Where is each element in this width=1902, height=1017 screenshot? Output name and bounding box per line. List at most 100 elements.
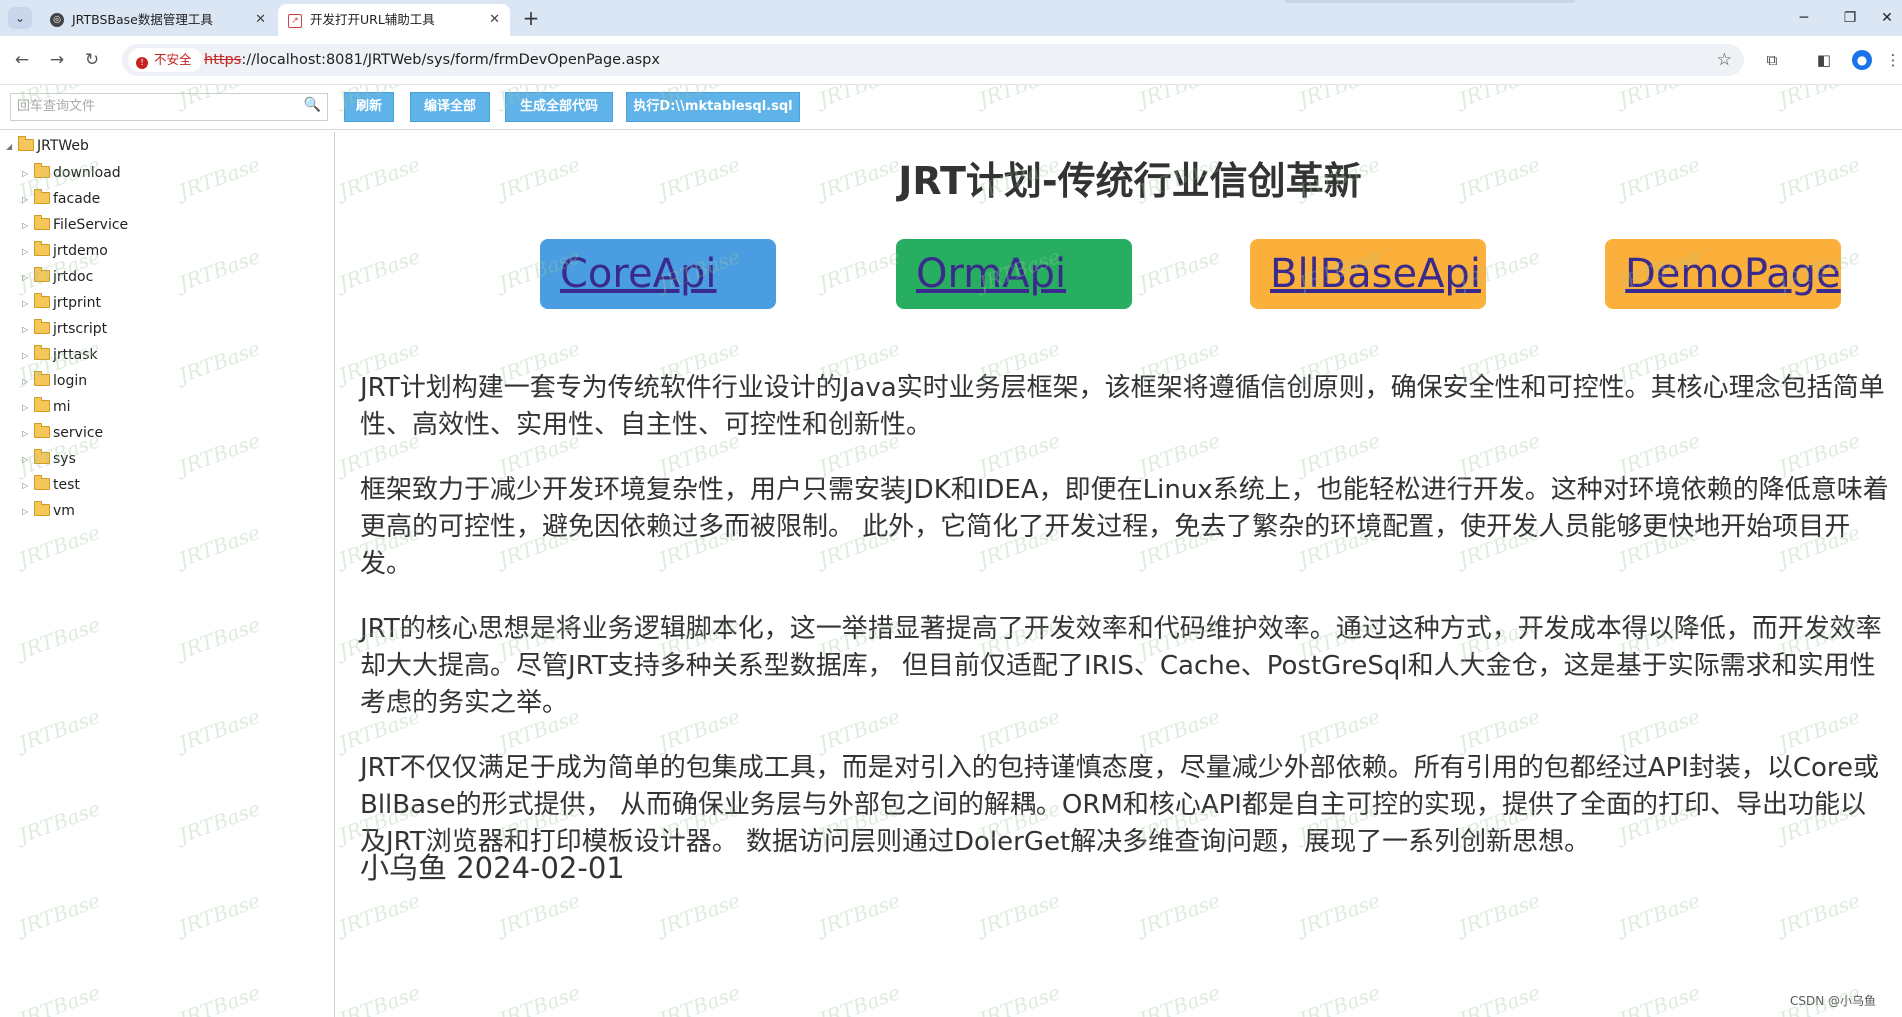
- collapsed-triangle-icon[interactable]: ▷: [22, 372, 32, 392]
- collapsed-triangle-icon[interactable]: ▷: [22, 268, 32, 288]
- tree-item-vm[interactable]: ▷ vm: [22, 501, 75, 522]
- file-tree-panel: ◢ JRTWeb ▷ download ▷ facade ▷ FileService ▷ jrt…: [0, 132, 335, 1017]
- compile-all-button[interactable]: 编译全部: [410, 92, 490, 122]
- tree-item-service[interactable]: ▷ service: [22, 423, 103, 444]
- folder-icon: [34, 423, 50, 438]
- tree-item-facade[interactable]: ▷ facade: [22, 189, 100, 210]
- tree-item-test[interactable]: ▷ test: [22, 475, 80, 496]
- tree-item-download[interactable]: ▷ download: [22, 163, 121, 184]
- generate-all-code-button[interactable]: 生成全部代码: [505, 92, 613, 122]
- minimize-button[interactable]: ─: [1784, 0, 1824, 36]
- folder-icon: [34, 267, 50, 282]
- tree-item-sys[interactable]: ▷ sys: [22, 449, 76, 470]
- refresh-button[interactable]: 刷新: [344, 92, 394, 122]
- tree-item-label: jrtscript: [53, 321, 108, 337]
- tree-item-label: facade: [53, 191, 101, 207]
- side-panel-icon[interactable]: ◧: [1812, 48, 1836, 72]
- browser-tab-bar: ⌄ ◎ JRTBSBase数据管理工具 ✕ ↗ 开发打开URL辅助工具 ✕ + …: [0, 0, 1902, 36]
- folder-icon: [34, 345, 50, 360]
- collapsed-triangle-icon[interactable]: ▷: [22, 294, 32, 314]
- address-bar[interactable]: ! 不安全 https://localhost:8081/JRTWeb/sys/f…: [122, 44, 1744, 76]
- bookmark-star-icon[interactable]: ☆: [1717, 44, 1732, 76]
- bllbaseapi-link[interactable]: BllBaseApi: [1250, 239, 1486, 309]
- url-text[interactable]: https://localhost:8081/JRTWeb/sys/form/f…: [204, 44, 660, 76]
- tree-item-jrttask[interactable]: ▷ jrttask: [22, 345, 98, 366]
- folder-icon: [34, 163, 50, 178]
- collapsed-triangle-icon[interactable]: ▷: [22, 424, 32, 444]
- tree-item-label: jrtprint: [53, 295, 102, 311]
- link-label: OrmApi: [916, 251, 1067, 297]
- url-path: ://localhost:8081/JRTWeb/sys/form/frmDev…: [241, 52, 660, 68]
- tree-item-label: login: [53, 373, 88, 389]
- tree-item-label: test: [53, 477, 80, 493]
- folder-icon: [34, 449, 50, 464]
- reload-button[interactable]: ↻: [80, 48, 104, 72]
- link-label: BllBaseApi: [1270, 251, 1481, 297]
- folder-icon: [34, 501, 50, 516]
- app-toolbar: 🔍 刷新 编译全部 生成全部代码 执行D:\\mktablesql.sql: [0, 85, 1902, 130]
- tab-jrtbsbase[interactable]: ◎ JRTBSBase数据管理工具 ✕: [40, 4, 276, 36]
- close-icon[interactable]: ✕: [489, 4, 500, 36]
- window-close-button[interactable]: ✕: [1872, 0, 1902, 36]
- folder-icon: [34, 397, 50, 412]
- tab-dev-open-url[interactable]: ↗ 开发打开URL辅助工具 ✕: [278, 4, 510, 36]
- collapsed-triangle-icon[interactable]: ▷: [22, 502, 32, 522]
- tree-root-label: JRTWeb: [37, 138, 89, 154]
- tree-item-label: mi: [53, 399, 71, 415]
- tree-item-jrtscript[interactable]: ▷ jrtscript: [22, 319, 107, 340]
- tree-item-label: vm: [53, 503, 75, 519]
- profile-avatar-icon[interactable]: ●: [1852, 50, 1872, 70]
- core-idea-paragraph: JRT的核心思想是将业务逻辑脚本化，这一举措显著提高了开发效率和代码维护效率。通…: [360, 614, 1882, 718]
- globe-icon: ◎: [50, 13, 64, 27]
- collapsed-triangle-icon[interactable]: ▷: [22, 190, 32, 210]
- collapsed-triangle-icon[interactable]: ▷: [22, 216, 32, 236]
- link-label: CoreApi: [560, 251, 717, 297]
- ormapi-link[interactable]: OrmApi: [896, 239, 1132, 309]
- tree-item-label: jrtdoc: [53, 269, 94, 285]
- tree-item-jrtprint[interactable]: ▷ jrtprint: [22, 293, 101, 314]
- forward-button[interactable]: →: [45, 48, 69, 72]
- tree-item-label: download: [53, 165, 121, 181]
- tree-item-login[interactable]: ▷ login: [22, 371, 87, 392]
- security-label: 不安全: [154, 52, 192, 67]
- tree-item-label: service: [53, 425, 104, 441]
- menu-icon[interactable]: ⋮: [1884, 48, 1902, 72]
- security-badge[interactable]: ! 不安全: [128, 48, 202, 72]
- tree-item-jrtdemo[interactable]: ▷ jrtdemo: [22, 241, 108, 262]
- tree-item-label: jrttask: [53, 347, 98, 363]
- chart-icon: ↗: [288, 14, 302, 28]
- collapsed-triangle-icon[interactable]: ▷: [22, 346, 32, 366]
- collapsed-triangle-icon[interactable]: ▷: [22, 320, 32, 340]
- restore-button[interactable]: ❐: [1830, 0, 1870, 36]
- search-icon[interactable]: 🔍: [304, 97, 321, 113]
- file-search-input[interactable]: [11, 94, 303, 118]
- collapsed-triangle-icon[interactable]: ▷: [22, 476, 32, 496]
- execute-sql-button[interactable]: 执行D:\\mktablesql.sql: [626, 92, 800, 122]
- extensions-icon[interactable]: ⧉: [1760, 48, 1784, 72]
- warning-icon: !: [136, 57, 148, 69]
- demopage-link[interactable]: DemoPage: [1605, 239, 1841, 309]
- browser-toolbar: ← → ↻ ! 不安全 https://localhost:8081/JRTWeb…: [0, 36, 1902, 85]
- tree-item-mi[interactable]: ▷ mi: [22, 397, 71, 418]
- intro-paragraph: JRT计划构建一套专为传统软件行业设计的Java实时业务层框架，该框架将遵循信创…: [360, 373, 1885, 440]
- page-viewport: JRTBase JRTBase JRTBase JRTBase JRTBase JRTBa…: [0, 85, 1902, 1017]
- tree-item-jrtdoc[interactable]: ▷ jrtdoc: [22, 267, 93, 288]
- collapsed-triangle-icon[interactable]: ▷: [22, 164, 32, 184]
- close-icon[interactable]: ✕: [255, 4, 266, 36]
- collapsed-triangle-icon[interactable]: ▷: [22, 242, 32, 262]
- link-label: DemoPage: [1625, 251, 1841, 297]
- back-button[interactable]: ←: [10, 48, 34, 72]
- expanded-triangle-icon[interactable]: ◢: [6, 137, 16, 157]
- tree-item-label: sys: [53, 451, 76, 467]
- csdn-credit: CSDN @小乌鱼: [1789, 994, 1876, 1008]
- new-tab-button[interactable]: +: [518, 4, 544, 32]
- tab-search-button[interactable]: ⌄: [8, 7, 32, 29]
- tree-item-fileservice[interactable]: ▷ FileService: [22, 215, 128, 236]
- tab-strip-highlight: [1285, 0, 1575, 3]
- collapsed-triangle-icon[interactable]: ▷: [22, 450, 32, 470]
- file-search-box: 🔍: [10, 93, 328, 121]
- tree-root-jrtweb[interactable]: ◢ JRTWeb: [6, 136, 89, 157]
- coreapi-link[interactable]: CoreApi: [540, 239, 776, 309]
- collapsed-triangle-icon[interactable]: ▷: [22, 398, 32, 418]
- tree-item-label: jrtdemo: [53, 243, 108, 259]
